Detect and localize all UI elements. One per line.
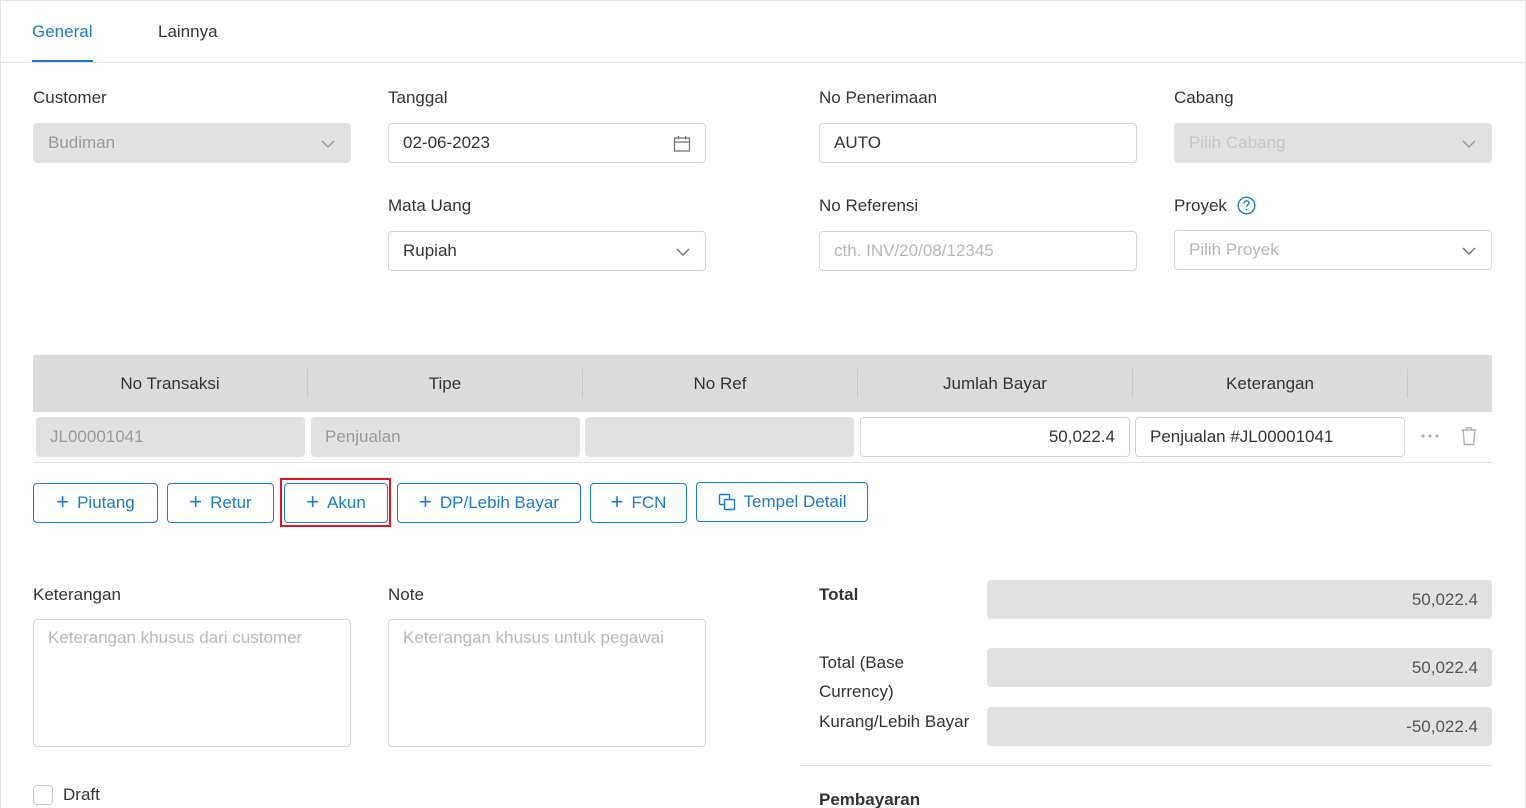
cell-no-ref xyxy=(585,417,854,457)
no-referensi-placeholder: cth. INV/20/08/12345 xyxy=(834,241,994,260)
cell-keterangan-input[interactable]: Penjualan #JL00001041 xyxy=(1135,417,1405,457)
kurang-lebih-bayar-value: -50,022.4 xyxy=(987,707,1492,746)
tab-bar: General Lainnya xyxy=(0,0,1524,63)
note-label: Note xyxy=(388,585,424,604)
plus-icon: + xyxy=(189,489,203,514)
kurang-lebih-bayar-label: Kurang/Lebih Bayar xyxy=(819,712,970,731)
cabang-placeholder: Pilih Cabang xyxy=(1189,133,1286,152)
add-piutang-label: Piutang xyxy=(77,493,135,512)
proyek-label: Proyek xyxy=(1174,196,1256,216)
more-options-icon[interactable] xyxy=(1420,431,1440,441)
add-akun-label: Akun xyxy=(327,493,366,512)
add-dp-label: DP/Lebih Bayar xyxy=(439,493,559,512)
add-retur-button[interactable]: + Retur xyxy=(167,483,274,523)
tanggal-value: 02-06-2023 xyxy=(403,133,490,152)
help-icon[interactable] xyxy=(1237,196,1256,215)
plus-icon: + xyxy=(610,489,624,514)
column-header-keterangan: Keterangan xyxy=(1226,373,1314,393)
chevron-down-icon xyxy=(321,140,335,149)
column-header-no-transaksi: No Transaksi xyxy=(120,373,220,393)
keterangan-placeholder: Keterangan khusus dari customer xyxy=(48,628,303,647)
table-row-divider xyxy=(33,462,1492,463)
chevron-down-icon xyxy=(1462,140,1476,149)
tempel-detail-button[interactable]: Tempel Detail xyxy=(696,482,868,522)
total-base-label-line2: Currency) xyxy=(819,682,894,701)
draft-checkbox[interactable] xyxy=(33,785,53,805)
calendar-icon[interactable] xyxy=(673,135,691,153)
tab-active-indicator xyxy=(32,60,93,62)
keterangan-label: Keterangan xyxy=(33,585,121,604)
no-referensi-label: No Referensi xyxy=(819,196,919,215)
add-piutang-button[interactable]: + Piutang xyxy=(33,483,158,523)
totals-divider xyxy=(800,765,1492,766)
plus-icon: + xyxy=(419,489,432,514)
plus-icon: + xyxy=(56,489,70,514)
plus-icon: + xyxy=(306,489,320,514)
no-penerimaan-label: No Penerimaan xyxy=(819,88,938,107)
tab-general[interactable]: General xyxy=(32,22,92,42)
pembayaran-heading: Pembayaran xyxy=(819,790,921,808)
cell-no-transaksi: JL00001041 xyxy=(36,417,305,457)
chevron-down-icon xyxy=(676,248,690,257)
cabang-label: Cabang xyxy=(1174,88,1234,107)
note-placeholder: Keterangan khusus untuk pegawai xyxy=(403,628,664,647)
total-base-currency-value: 50,022.4 xyxy=(987,648,1492,687)
trash-icon[interactable] xyxy=(1460,426,1478,446)
customer-select[interactable]: Budiman xyxy=(33,123,351,163)
table-header: No Transaksi Tipe No Ref Jumlah Bayar Ke… xyxy=(33,355,1492,412)
total-base-label-line1: Total (Base xyxy=(819,653,905,672)
total-base-currency-label: Total (Base Currency) xyxy=(819,648,904,706)
column-header-no-ref: No Ref xyxy=(693,373,747,393)
add-dp-lebih-bayar-button[interactable]: + DP/Lebih Bayar xyxy=(397,483,581,523)
tanggal-label: Tanggal xyxy=(388,88,448,107)
mata-uang-label: Mata Uang xyxy=(388,196,472,215)
add-akun-button[interactable]: + Akun xyxy=(284,483,388,523)
proyek-placeholder: Pilih Proyek xyxy=(1189,240,1279,259)
note-textarea[interactable]: Keterangan khusus untuk pegawai xyxy=(388,619,706,747)
proyek-select[interactable]: Pilih Proyek xyxy=(1174,230,1492,270)
column-header-tipe: Tipe xyxy=(428,373,462,393)
total-label: Total xyxy=(819,585,859,604)
cell-jumlah-bayar-input[interactable]: 50,022.4 xyxy=(860,417,1130,457)
mata-uang-value: Rupiah xyxy=(403,241,457,260)
tanggal-date-input[interactable]: 02-06-2023 xyxy=(388,123,706,163)
cell-tipe: Penjualan xyxy=(311,417,580,457)
customer-label: Customer xyxy=(33,88,107,107)
column-header-jumlah-bayar: Jumlah Bayar xyxy=(943,373,1047,393)
no-penerimaan-input[interactable]: AUTO xyxy=(819,123,1137,163)
no-penerimaan-value: AUTO xyxy=(834,133,881,152)
add-fcn-label: FCN xyxy=(631,493,667,512)
proyek-label-text: Proyek xyxy=(1174,196,1227,215)
tab-lainnya[interactable]: Lainnya xyxy=(158,22,218,42)
cabang-select[interactable]: Pilih Cabang xyxy=(1174,123,1492,163)
draft-label: Draft xyxy=(63,785,100,804)
mata-uang-select[interactable]: Rupiah xyxy=(388,231,706,271)
chevron-down-icon xyxy=(1462,247,1476,256)
no-referensi-input[interactable]: cth. INV/20/08/12345 xyxy=(819,231,1137,271)
add-fcn-button[interactable]: + FCN xyxy=(590,483,687,523)
column-divider xyxy=(1407,369,1408,398)
tempel-detail-label: Tempel Detail xyxy=(743,492,847,511)
customer-value: Budiman xyxy=(48,133,116,152)
copy-icon xyxy=(718,493,735,511)
total-value: 50,022.4 xyxy=(987,580,1492,619)
add-retur-label: Retur xyxy=(210,493,252,512)
keterangan-textarea[interactable]: Keterangan khusus dari customer xyxy=(33,619,351,747)
